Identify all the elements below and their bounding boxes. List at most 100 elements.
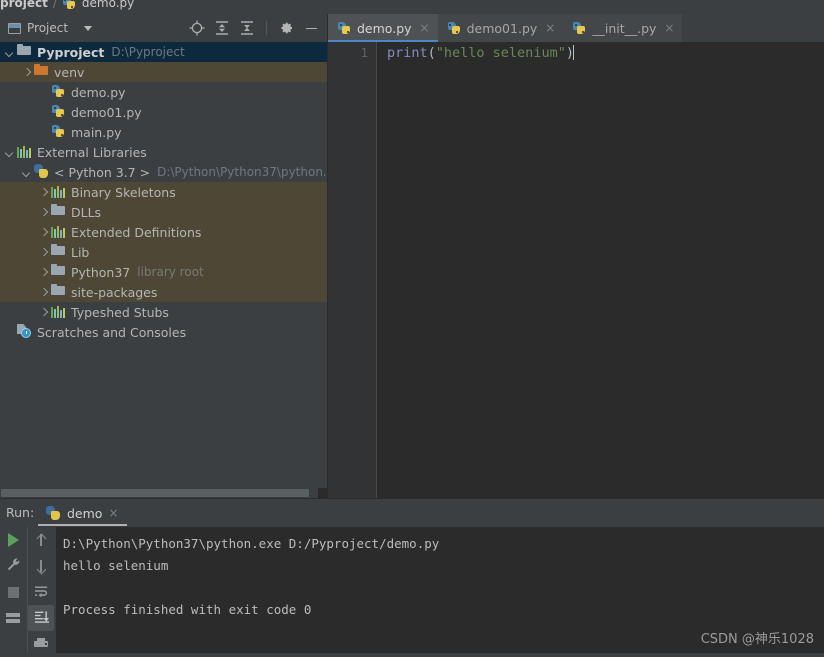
- edit-configuration-button[interactable]: [0, 553, 26, 579]
- chevron-right-icon[interactable]: [39, 188, 48, 197]
- tree-item-label: < Python 3.7 >: [54, 164, 151, 180]
- tree-item-scratches-and-consoles[interactable]: Scratches and Consoles: [0, 322, 328, 342]
- editor-tab-init-py[interactable]: __init__.py ×: [563, 14, 683, 42]
- chevron-right-icon[interactable]: [39, 268, 48, 277]
- tree-item-extended-definitions[interactable]: Extended Definitions: [0, 222, 328, 242]
- tree-item-label: Lib: [71, 244, 90, 260]
- project-panel-title-button[interactable]: Project: [0, 15, 96, 41]
- chevron-down-icon[interactable]: [22, 168, 31, 177]
- soft-wrap-icon: [34, 584, 49, 601]
- run-tab-label: demo: [67, 505, 103, 521]
- tree-item-pyproject[interactable]: Pyproject D:\Pyproject: [0, 42, 328, 62]
- editor-tab-demo01-py[interactable]: demo01.py ×: [437, 14, 564, 42]
- python-file-icon: [62, 0, 77, 11]
- tree-item-demo-py[interactable]: demo.py: [0, 82, 328, 102]
- tree-item-demo01-py[interactable]: demo01.py: [0, 102, 328, 122]
- close-icon[interactable]: ×: [545, 22, 555, 34]
- project-tree-hscrollbar[interactable]: [0, 488, 328, 498]
- tree-item-lib[interactable]: Lib: [0, 242, 328, 262]
- python-file-icon: [337, 21, 352, 36]
- code-token-string: "hello selenium": [435, 45, 566, 61]
- python-file-icon: [51, 84, 67, 100]
- tree-item-secondary: D:\Python\Python37\python.exe: [157, 165, 328, 179]
- run-panel-label: Run:: [6, 505, 35, 520]
- breadcrumb-separator: /: [52, 0, 57, 10]
- project-tree[interactable]: Pyproject D:\Pyproject venv demo.py demo01.p…: [0, 42, 328, 488]
- editor-gutter: 1: [328, 42, 377, 498]
- text-caret: [572, 45, 574, 60]
- editor-tab-demo-py[interactable]: demo.py ×: [328, 14, 438, 42]
- editor-tabbar: demo.py × demo01.py × __init__.py ×: [328, 14, 824, 42]
- breadcrumb-project[interactable]: project: [0, 0, 48, 10]
- code-editor[interactable]: 1 print("hello selenium"): [328, 42, 824, 498]
- python-file-icon: [572, 21, 587, 36]
- chevron-right-icon[interactable]: [39, 228, 48, 237]
- chevron-right-icon[interactable]: [39, 308, 48, 317]
- pycharm-window: project / demo.py Project Pyproject D:\P…: [0, 0, 824, 653]
- scroll-to-end-button[interactable]: [28, 605, 54, 631]
- editor-code-area[interactable]: print("hello selenium"): [377, 42, 824, 498]
- arrow-down-icon: [35, 559, 47, 573]
- breadcrumb: project / demo.py: [0, 0, 824, 14]
- folder-icon: [51, 204, 67, 220]
- chevron-down-icon[interactable]: [5, 148, 14, 157]
- stop-button[interactable]: [0, 579, 26, 605]
- run-toolbar-secondary: [27, 527, 56, 653]
- tree-item-dlls[interactable]: DLLs: [0, 202, 328, 222]
- run-icon: [7, 533, 19, 547]
- breadcrumb-file[interactable]: demo.py: [82, 0, 134, 10]
- close-icon[interactable]: ×: [420, 22, 430, 34]
- soft-wrap-button[interactable]: [28, 579, 54, 605]
- code-token-open-paren: (: [427, 45, 436, 61]
- gear-icon[interactable]: [278, 20, 294, 36]
- close-icon[interactable]: ×: [108, 506, 118, 520]
- chevron-right-icon[interactable]: [22, 68, 31, 77]
- close-icon[interactable]: ×: [664, 22, 674, 34]
- python-file-icon: [51, 124, 67, 140]
- chevron-down-icon[interactable]: [84, 25, 93, 31]
- folder-icon: [51, 284, 67, 300]
- tree-item-label: demo.py: [71, 84, 126, 100]
- folder-icon: [51, 264, 67, 280]
- layout-button[interactable]: [0, 605, 26, 631]
- chevron-right-icon[interactable]: [39, 248, 48, 257]
- tree-item-label: Pyproject: [37, 44, 105, 60]
- library-icon: [51, 224, 67, 240]
- tree-item-main-py[interactable]: main.py: [0, 122, 328, 142]
- collapse-all-icon[interactable]: [239, 20, 255, 36]
- tree-item-external-libraries[interactable]: External Libraries: [0, 142, 328, 162]
- down-stack-button[interactable]: [28, 553, 54, 579]
- project-window-icon: [8, 22, 21, 34]
- editor-tab-label: __init__.py: [592, 20, 657, 36]
- folder-icon: [34, 64, 50, 80]
- expand-all-icon[interactable]: [214, 20, 230, 36]
- tree-item-binary-skeletons[interactable]: Binary Skeletons: [0, 182, 328, 202]
- tree-item-python-3-7[interactable]: < Python 3.7 > D:\Python\Python37\python.…: [0, 162, 328, 182]
- tree-item-venv[interactable]: venv: [0, 62, 328, 82]
- layout-icon: [6, 612, 20, 624]
- print-button[interactable]: [28, 631, 54, 657]
- stop-icon: [7, 586, 19, 598]
- run-toolbar-left: [0, 527, 26, 653]
- python-file-icon: [447, 21, 462, 36]
- up-stack-button[interactable]: [28, 527, 54, 553]
- minimize-icon[interactable]: [303, 20, 319, 36]
- folder-icon: [51, 244, 67, 260]
- rerun-button[interactable]: [0, 527, 26, 553]
- editor-tab-label: demo.py: [357, 20, 412, 36]
- scrollbar-thumb[interactable]: [1, 489, 309, 497]
- tree-item-label: External Libraries: [37, 144, 147, 160]
- python-logo-icon: [34, 164, 50, 180]
- run-tab-demo[interactable]: demo ×: [38, 499, 127, 527]
- project-panel-toolbar: Project: [0, 14, 328, 43]
- tree-item-python37[interactable]: Python37 library root: [0, 262, 328, 282]
- locate-icon[interactable]: [189, 20, 205, 36]
- console-output: D:\Python\Python37\python.exe D:/Pyproje…: [63, 536, 440, 617]
- chevron-right-icon[interactable]: [39, 208, 48, 217]
- tree-item-site-packages[interactable]: site-packages: [0, 282, 328, 302]
- tree-item-typeshed-stubs[interactable]: Typeshed Stubs: [0, 302, 328, 322]
- chevron-down-icon[interactable]: [5, 48, 14, 57]
- tree-item-label: Python37: [71, 264, 131, 280]
- library-icon: [51, 184, 67, 200]
- chevron-right-icon[interactable]: [39, 288, 48, 297]
